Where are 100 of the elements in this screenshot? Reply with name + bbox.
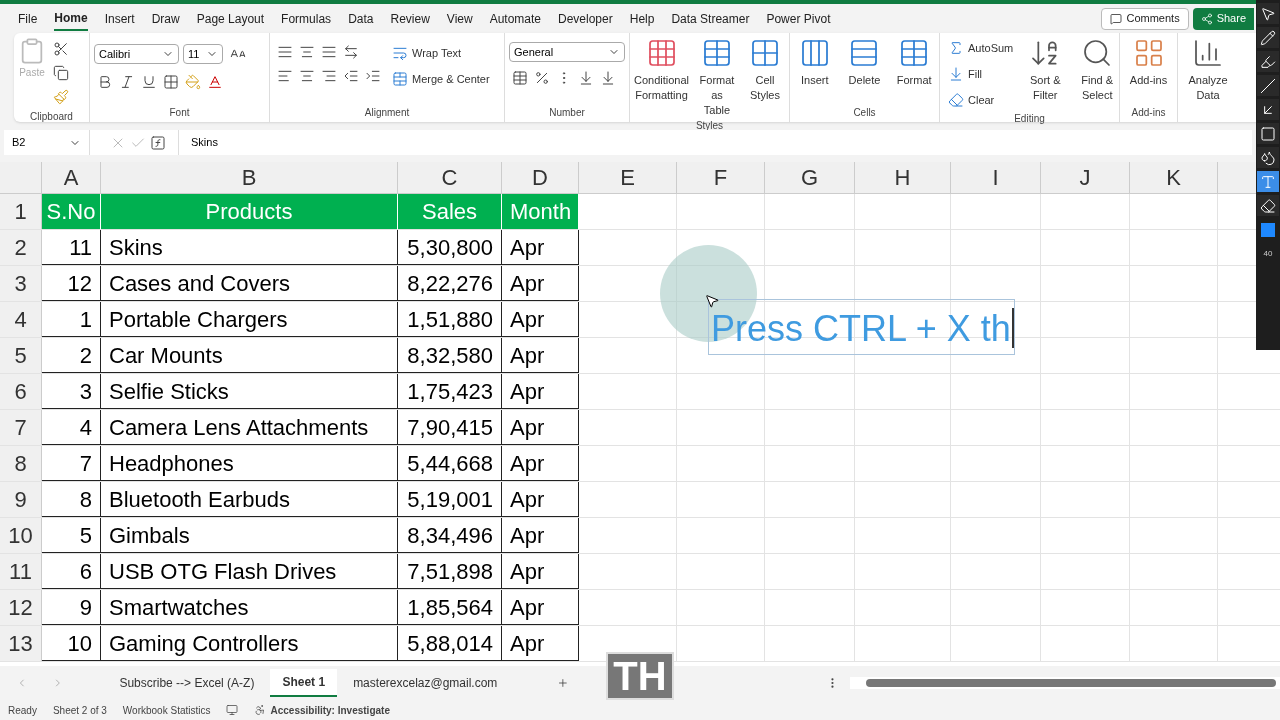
annotation-tool[interactable] [1257,51,1279,72]
table-cell-text: Gimbals [109,521,190,550]
table-cell-text: 5 [79,521,92,550]
table-cell-text: Apr [510,485,545,514]
tool-icon [948,40,964,56]
menu-tab[interactable]: View [446,6,473,31]
group-label: Number [549,107,585,118]
column-header[interactable]: B [101,162,398,193]
menu-tab[interactable]: Draw [151,6,180,31]
number-format-field[interactable]: General [509,42,625,62]
align-left-icon [277,68,293,84]
annotation-tool[interactable] [1257,147,1279,168]
menu-tab[interactable]: Automate [489,6,541,31]
table-cell-text: Skins [109,233,163,262]
row-header[interactable]: 13 [0,626,42,661]
table-cell-text: 8,32,580 [407,341,493,370]
row-header[interactable]: 6 [0,374,42,409]
annotation-tool[interactable] [1257,27,1279,48]
table-cell-text: Camera Lens Attachments [109,413,369,442]
row-header[interactable]: 7 [0,410,42,445]
column-header[interactable]: J [1041,162,1130,193]
wrap-text-button[interactable]: Wrap Text [388,40,494,66]
horizontal-scrollbar[interactable] [850,677,1280,689]
underline-icon [141,74,157,90]
clear-button[interactable]: Clear [944,87,1018,113]
menu-tab[interactable]: Review [390,6,430,31]
cells-button[interactable]: Insert [790,37,839,88]
table-cell-text: 5,19,001 [407,485,493,514]
menu-tab[interactable]: Developer [558,6,613,31]
group-label: Font [169,107,190,118]
tool-icon [749,37,781,69]
fill-button[interactable]: Fill [944,61,1018,87]
annotation-tool[interactable] [1257,75,1279,96]
row-header[interactable]: 2 [0,230,42,265]
borders-icon [163,74,179,90]
add-ins-button[interactable]: Add-ins [1120,37,1177,88]
autosum-button[interactable]: AutoSum [944,35,1018,61]
analyze-data-button[interactable]: Analyze Data [1178,37,1238,103]
row-header[interactable]: 1 [0,194,42,229]
column-header[interactable]: G [765,162,855,193]
sheet-tab[interactable]: Sheet 1 [270,669,338,697]
annotation-tool[interactable] [1257,3,1279,24]
group-label: Clipboard [30,111,73,122]
row-header[interactable]: 5 [0,338,42,373]
annotation-tool[interactable] [1257,99,1279,120]
styles-button[interactable]: Format as Table [693,37,741,118]
formula-field[interactable]: Skins [178,130,1252,155]
column-header[interactable]: E [579,162,677,193]
menu-tab[interactable]: Formulas [281,6,332,31]
column-header[interactable]: D [502,162,579,193]
row-header[interactable]: 10 [0,518,42,553]
tool-icon [1260,125,1276,142]
find-select-button[interactable]: Find & Select [1073,37,1122,111]
menu-tab[interactable]: Data Streamer [671,6,750,31]
table-cell-text: 7 [79,449,92,478]
accessibility-icon [254,704,267,716]
menu-tab[interactable]: Help [629,6,655,31]
menu-tab[interactable]: Insert [104,6,135,31]
row-header[interactable]: 4 [0,302,42,337]
table-cell-text: Apr [510,341,545,370]
group-label: Editing [1014,113,1045,124]
menu-tab[interactable]: Page Layout [196,6,265,31]
name-box[interactable]: B2 [4,130,90,155]
cells-button[interactable]: Delete [840,37,889,88]
row-header[interactable]: 9 [0,482,42,517]
row-header[interactable]: 8 [0,446,42,481]
cells-button[interactable]: Format [890,37,939,88]
menu-tab[interactable]: File [18,6,38,31]
share-button[interactable]: Share [1192,7,1254,30]
table-cell-text: Cases and Covers [109,269,290,298]
comments-button[interactable]: Comments [1101,7,1189,30]
sheet-tab[interactable]: Subscribe --> Excel (A-Z) [107,669,267,697]
font-name-field[interactable]: Calibri [94,44,179,64]
menu-tab[interactable]: Power Pivot [766,6,831,31]
styles-button[interactable]: Cell Styles [741,37,789,118]
annotation-tool[interactable] [1257,195,1279,216]
table-cell-text: 8 [79,485,92,514]
column-header[interactable]: I [951,162,1041,193]
color-swatch[interactable] [1261,223,1275,237]
merge-center-button[interactable]: Merge & Center [388,66,494,92]
menu-tab[interactable]: Data [348,6,374,31]
align-middle-icon [299,44,315,60]
font-size-field[interactable]: 11 [183,44,223,64]
column-header[interactable]: K [1130,162,1218,193]
row-header[interactable]: 12 [0,590,42,625]
column-header[interactable]: H [855,162,951,193]
mouse-pointer-icon [704,293,720,309]
column-header[interactable]: F [677,162,765,193]
row-header[interactable]: 3 [0,266,42,301]
row-header[interactable]: 11 [0,554,42,589]
menu-tab[interactable]: Home [54,6,88,31]
sort-filter-button[interactable]: Sort & Filter [1021,37,1070,111]
column-header[interactable]: C [398,162,502,193]
status-text: Workbook Statistics [122,703,211,718]
table-cell-text: 1,85,564 [407,593,493,622]
tool-icon [1260,5,1276,22]
styles-button[interactable]: Conditional Formatting [630,37,693,118]
column-header[interactable]: A [42,162,101,193]
table-cell-text: 9 [79,593,92,622]
sheet-tab[interactable]: masterexcelaz@gmail.com [341,669,510,697]
